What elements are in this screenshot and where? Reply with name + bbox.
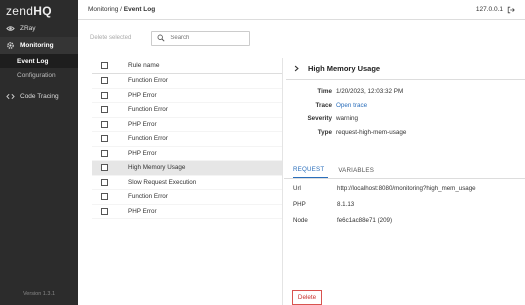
search-input[interactable] — [170, 35, 241, 41]
list-item[interactable]: PHP Error — [92, 147, 282, 161]
field-label: PHP — [293, 200, 306, 208]
row-checkbox[interactable] — [101, 178, 108, 186]
sidebar-item-label: Code Tracing — [20, 93, 59, 100]
tab-variables[interactable]: VARIABLES — [338, 167, 378, 178]
list-item[interactable]: PHP Error — [92, 205, 282, 219]
field-trace: Trace Open trace — [284, 99, 525, 113]
column-header-rule-name[interactable]: Rule name — [128, 62, 159, 69]
sidebar-item-zray[interactable]: ZRay — [0, 20, 78, 37]
chevron-right-icon[interactable] — [293, 65, 300, 72]
breadcrumb-current: Event Log — [123, 6, 156, 13]
event-list: Rule name Function Error PHP Error Funct… — [92, 58, 283, 305]
field-label: Node — [293, 216, 308, 224]
rule-name: PHP Error — [128, 207, 157, 215]
toolbar: Delete selected — [78, 20, 525, 56]
field-label: Type — [317, 128, 332, 136]
rule-name: PHP Error — [128, 120, 157, 128]
host-address: 127.0.0.1 — [475, 6, 503, 13]
sidebar-item-code-tracing[interactable]: Code Tracing — [0, 88, 78, 105]
field-value: 1/20/2023, 12:03:32 PM — [336, 88, 404, 96]
gear-icon — [6, 41, 15, 50]
app-logo[interactable]: zendHQ — [0, 0, 78, 20]
rule-name: Function Error — [128, 77, 168, 85]
event-detail-panel: High Memory Usage Time 1/20/2023, 12:03:… — [284, 58, 525, 305]
field-value: warning — [336, 115, 359, 123]
sidebar: zendHQ ZRay Monitoring Event Log Configu… — [0, 0, 78, 305]
rule-name: PHP Error — [128, 91, 157, 99]
version-label: Version 1.3.1 — [22, 291, 56, 297]
list-item[interactable]: Function Error — [92, 190, 282, 205]
main-content: Delete selected Rule name Function Error… — [78, 20, 525, 305]
field-value: 8.1.13 — [337, 200, 355, 208]
request-url: Url http://localhost:8080/monitoring?hig… — [284, 180, 525, 196]
logo-suffix: HQ — [33, 4, 52, 18]
rule-name: High Memory Usage — [128, 164, 186, 172]
field-time: Time 1/20/2023, 12:03:32 PM — [284, 85, 525, 99]
logout-icon[interactable] — [507, 6, 515, 14]
breadcrumb-parent[interactable]: Monitoring — [88, 6, 118, 13]
field-label: Severity — [307, 115, 332, 123]
row-checkbox[interactable] — [101, 77, 108, 85]
row-checkbox[interactable] — [101, 106, 108, 114]
row-checkbox[interactable] — [101, 164, 108, 172]
row-checkbox[interactable] — [101, 135, 108, 143]
sidebar-item-label: Event Log — [17, 57, 49, 65]
field-type: Type request-high-mem-usage — [284, 126, 525, 140]
sidebar-item-configuration[interactable]: Configuration — [0, 68, 78, 82]
sidebar-item-monitoring[interactable]: Monitoring — [0, 37, 78, 54]
field-label: Url — [293, 184, 301, 192]
list-header: Rule name — [92, 58, 282, 74]
request-details: Url http://localhost:8080/monitoring?hig… — [284, 180, 525, 228]
detail-title: High Memory Usage — [284, 58, 525, 79]
list-item[interactable]: Function Error — [92, 74, 282, 89]
host-info: 127.0.0.1 — [476, 6, 515, 14]
field-label: Trace — [315, 101, 332, 109]
rule-name: PHP Error — [128, 149, 157, 157]
field-value: request-high-mem-usage — [336, 128, 407, 136]
list-item[interactable]: Function Error — [92, 103, 282, 118]
tab-request[interactable]: REQUEST — [293, 166, 329, 178]
list-item[interactable]: PHP Error — [92, 118, 282, 132]
field-severity: Severity warning — [284, 112, 525, 126]
field-value: http://localhost:8080/monitoring?high_me… — [337, 184, 476, 192]
row-checkbox[interactable] — [101, 149, 108, 157]
list-item[interactable]: Slow Request Execution — [92, 176, 282, 190]
list-item-selected[interactable]: High Memory Usage — [92, 161, 282, 176]
list-item[interactable]: PHP Error — [92, 89, 282, 103]
request-node: Node fe6c1ac88e71 (209) — [284, 212, 525, 228]
sidebar-item-label: Configuration — [17, 71, 56, 79]
breadcrumb: Monitoring / Event Log — [88, 6, 155, 13]
rule-name: Function Error — [128, 106, 168, 114]
open-trace-link[interactable]: Open trace — [336, 102, 367, 109]
row-checkbox[interactable] — [101, 91, 108, 99]
row-checkbox[interactable] — [101, 193, 108, 201]
sidebar-item-event-log[interactable]: Event Log — [0, 54, 78, 68]
sidebar-item-label: Monitoring — [20, 42, 54, 49]
eye-icon — [6, 24, 15, 33]
select-all-checkbox[interactable] — [101, 62, 108, 69]
code-icon — [6, 92, 15, 101]
row-checkbox[interactable] — [101, 120, 108, 128]
list-item[interactable]: Function Error — [92, 132, 282, 147]
field-label: Time — [317, 88, 332, 96]
delete-button[interactable]: Delete — [292, 290, 322, 305]
rule-name: Function Error — [128, 193, 168, 201]
row-checkbox[interactable] — [101, 207, 108, 215]
logo-prefix: zend — [6, 4, 34, 18]
rule-name: Slow Request Execution — [128, 178, 197, 186]
sidebar-item-label: ZRay — [20, 25, 36, 32]
search-box[interactable] — [151, 30, 251, 46]
search-icon — [157, 34, 165, 42]
rule-name: Function Error — [128, 135, 168, 143]
topbar: Monitoring / Event Log 127.0.0.1 — [78, 0, 525, 20]
field-value: fe6c1ac88e71 (209) — [337, 216, 393, 224]
detail-tabs: REQUEST VARIABLES — [284, 164, 525, 179]
delete-selected-button[interactable]: Delete selected — [90, 35, 131, 41]
detail-title-text: High Memory Usage — [308, 64, 381, 73]
request-php: PHP 8.1.13 — [284, 196, 525, 212]
